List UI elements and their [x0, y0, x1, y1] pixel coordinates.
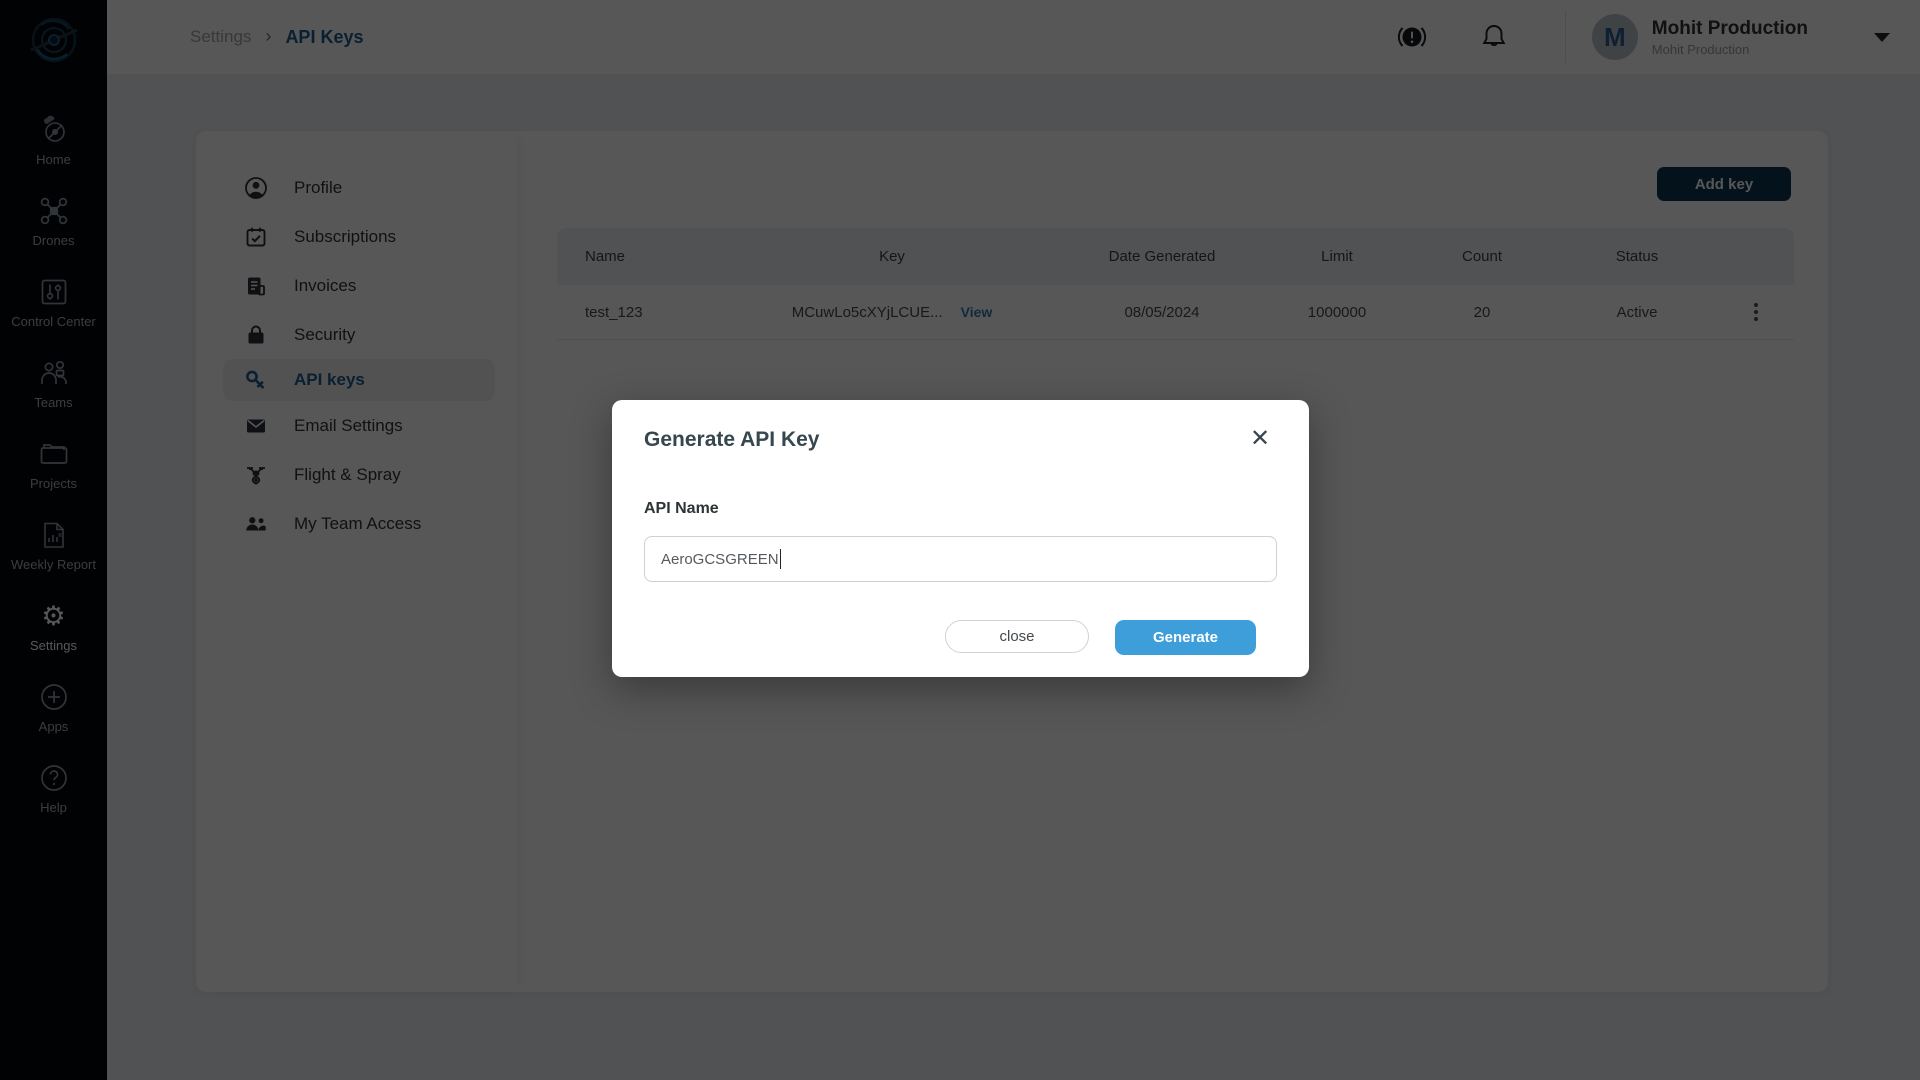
api-name-label: API Name — [644, 500, 719, 518]
generate-api-key-modal: Generate API Key ✕ API Name AeroGCSGREEN… — [612, 400, 1309, 677]
modal-buttons: close Generate — [945, 620, 1256, 655]
text-cursor — [780, 549, 782, 569]
app-root: Home Drones — [0, 0, 1920, 1080]
generate-button[interactable]: Generate — [1115, 620, 1256, 655]
modal-title: Generate API Key — [644, 428, 819, 452]
close-icon[interactable]: ✕ — [1245, 424, 1275, 454]
api-name-value: AeroGCSGREEN — [661, 551, 779, 568]
close-button[interactable]: close — [945, 620, 1089, 653]
api-name-input[interactable]: AeroGCSGREEN — [644, 536, 1277, 582]
